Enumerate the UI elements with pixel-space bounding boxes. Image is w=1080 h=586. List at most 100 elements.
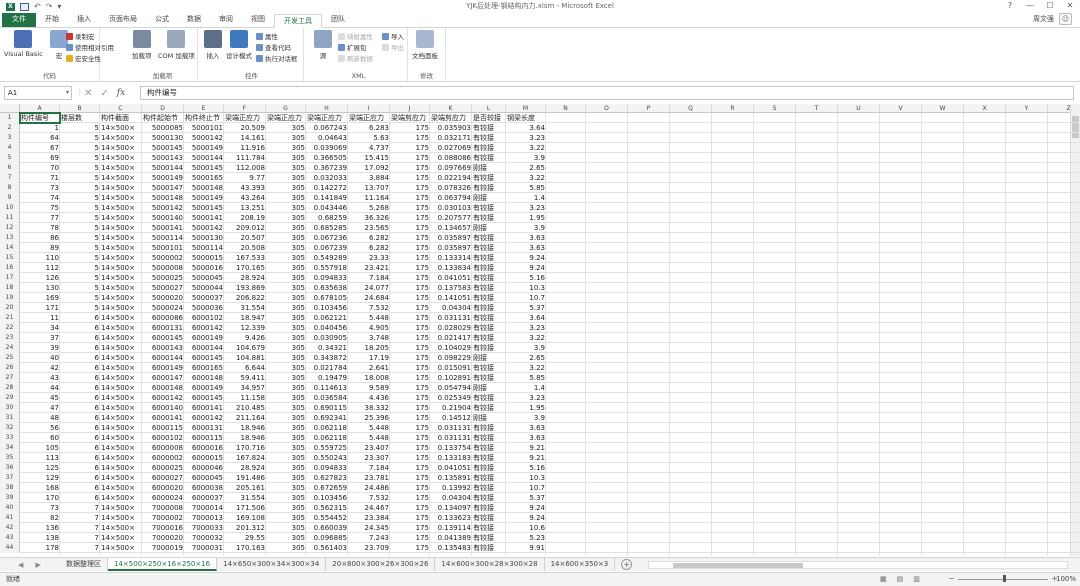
row-header[interactable]: 29 bbox=[0, 393, 20, 403]
table-cell[interactable]: 0.554452 bbox=[306, 513, 348, 523]
table-cell[interactable]: 5 bbox=[60, 233, 100, 243]
table-cell[interactable]: 74 bbox=[20, 193, 60, 203]
table-cell[interactable]: 5000037 bbox=[184, 293, 224, 303]
horizontal-scroll-thumb[interactable] bbox=[673, 563, 803, 568]
sheet-tab[interactable]: 14×600×350×3 bbox=[545, 558, 616, 571]
table-cell[interactable]: 5 bbox=[60, 283, 100, 293]
table-cell[interactable]: 6000142 bbox=[142, 393, 184, 403]
table-cell[interactable]: 175 bbox=[390, 313, 430, 323]
table-cell[interactable]: 6000143 bbox=[142, 343, 184, 353]
table-cell[interactable]: 6000144 bbox=[184, 343, 224, 353]
row-header[interactable]: 44 bbox=[0, 543, 20, 553]
table-cell[interactable]: 77 bbox=[20, 213, 60, 223]
table-cell[interactable]: 5000045 bbox=[184, 273, 224, 283]
table-cell[interactable]: 6.282 bbox=[348, 233, 390, 243]
table-cell[interactable]: 5000044 bbox=[184, 283, 224, 293]
table-cell[interactable]: 1.95 bbox=[506, 213, 546, 223]
table-cell[interactable]: 14×500× bbox=[100, 443, 142, 453]
table-header-cell[interactable]: 梁端剪应力 bbox=[430, 113, 472, 123]
refresh-data-button[interactable]: 刷新数据 bbox=[338, 53, 373, 63]
page-break-view-icon[interactable]: ▥ bbox=[913, 573, 920, 586]
table-cell[interactable]: 14×500× bbox=[100, 193, 142, 203]
table-cell[interactable]: 3.23 bbox=[506, 323, 546, 333]
table-cell[interactable]: 3.63 bbox=[506, 243, 546, 253]
row-header[interactable]: 10 bbox=[0, 203, 20, 213]
table-cell[interactable]: 14×500× bbox=[100, 503, 142, 513]
column-header[interactable]: X bbox=[964, 104, 1006, 112]
table-cell[interactable]: 0.030905 bbox=[306, 333, 348, 343]
insert-control-button[interactable]: 插入 bbox=[204, 30, 222, 60]
table-cell[interactable]: 7000031 bbox=[184, 543, 224, 553]
table-cell[interactable]: 14×500× bbox=[100, 493, 142, 503]
table-cell[interactable]: 0.135891 bbox=[430, 473, 472, 483]
row-header[interactable]: 23 bbox=[0, 333, 20, 343]
table-cell[interactable]: 208.19 bbox=[224, 213, 266, 223]
table-cell[interactable]: 3.64 bbox=[506, 313, 546, 323]
table-cell[interactable]: 44 bbox=[20, 383, 60, 393]
row-header[interactable]: 39 bbox=[0, 493, 20, 503]
table-cell[interactable]: 0.067243 bbox=[306, 123, 348, 133]
row-header[interactable]: 1 bbox=[0, 113, 20, 123]
table-cell[interactable]: 有铰接 bbox=[472, 133, 506, 143]
table-cell[interactable]: 23.33 bbox=[348, 253, 390, 263]
vertical-scroll-thumb[interactable] bbox=[1072, 116, 1079, 138]
properties-button[interactable]: 属性 bbox=[256, 31, 278, 41]
page-layout-view-icon[interactable]: ▤ bbox=[897, 573, 904, 586]
row-header[interactable]: 28 bbox=[0, 383, 20, 393]
table-cell[interactable]: 6000165 bbox=[184, 363, 224, 373]
table-cell[interactable]: 有铰接 bbox=[472, 473, 506, 483]
table-cell[interactable]: 14×500× bbox=[100, 533, 142, 543]
table-cell[interactable]: 0.137583 bbox=[430, 283, 472, 293]
table-cell[interactable]: 305 bbox=[266, 313, 306, 323]
table-cell[interactable]: 5000020 bbox=[142, 293, 184, 303]
table-cell[interactable]: 6000015 bbox=[184, 453, 224, 463]
table-cell[interactable]: 1.95 bbox=[506, 403, 546, 413]
table-cell[interactable]: 0.672659 bbox=[306, 483, 348, 493]
row-header[interactable]: 21 bbox=[0, 313, 20, 323]
table-header-cell[interactable]: 梁端正应力 bbox=[266, 113, 306, 123]
table-cell[interactable]: 24.345 bbox=[348, 523, 390, 533]
table-cell[interactable]: 3.63 bbox=[506, 423, 546, 433]
table-cell[interactable]: 6000102 bbox=[184, 313, 224, 323]
table-cell[interactable]: 6 bbox=[60, 333, 100, 343]
table-cell[interactable]: 5000025 bbox=[142, 273, 184, 283]
table-cell[interactable]: 0.088086 bbox=[430, 153, 472, 163]
tab-team[interactable]: 团队 bbox=[322, 13, 354, 27]
column-header[interactable]: G bbox=[266, 104, 306, 112]
column-header[interactable]: J bbox=[390, 104, 430, 112]
table-cell[interactable]: 209.012 bbox=[224, 223, 266, 233]
table-cell[interactable]: 305 bbox=[266, 153, 306, 163]
row-header[interactable]: 38 bbox=[0, 483, 20, 493]
row-header[interactable]: 37 bbox=[0, 473, 20, 483]
table-cell[interactable]: 0.022194 bbox=[430, 173, 472, 183]
table-cell[interactable]: 3.9 bbox=[506, 413, 546, 423]
table-cell[interactable]: 305 bbox=[266, 213, 306, 223]
table-cell[interactable]: 7.243 bbox=[348, 533, 390, 543]
table-cell[interactable]: 82 bbox=[20, 513, 60, 523]
table-cell[interactable]: 5.23 bbox=[506, 533, 546, 543]
addins-button[interactable]: 加载项 bbox=[132, 30, 152, 60]
row-header[interactable]: 25 bbox=[0, 353, 20, 363]
zoom-level[interactable]: 100% bbox=[1056, 573, 1076, 586]
table-cell[interactable]: 5000144 bbox=[184, 153, 224, 163]
table-cell[interactable]: 175 bbox=[390, 453, 430, 463]
table-cell[interactable]: 6000038 bbox=[184, 483, 224, 493]
table-cell[interactable]: 14×500× bbox=[100, 483, 142, 493]
table-cell[interactable]: 9.77 bbox=[224, 173, 266, 183]
table-cell[interactable]: 1.4 bbox=[506, 383, 546, 393]
table-cell[interactable]: 0.039069 bbox=[306, 143, 348, 153]
table-cell[interactable]: 170 bbox=[20, 493, 60, 503]
table-cell[interactable]: 5000130 bbox=[184, 233, 224, 243]
table-cell[interactable]: 126 bbox=[20, 273, 60, 283]
table-cell[interactable]: 175 bbox=[390, 443, 430, 453]
table-cell[interactable]: 0.133623 bbox=[430, 513, 472, 523]
table-cell[interactable]: 175 bbox=[390, 503, 430, 513]
table-cell[interactable]: 14×500× bbox=[100, 243, 142, 253]
table-cell[interactable]: 有铰接 bbox=[472, 363, 506, 373]
table-cell[interactable]: 有铰接 bbox=[472, 543, 506, 553]
row-header[interactable]: 17 bbox=[0, 273, 20, 283]
table-cell[interactable]: 7000033 bbox=[184, 523, 224, 533]
table-cell[interactable]: 14×500× bbox=[100, 343, 142, 353]
table-cell[interactable]: 14×500× bbox=[100, 313, 142, 323]
tab-home[interactable]: 开始 bbox=[36, 13, 68, 27]
